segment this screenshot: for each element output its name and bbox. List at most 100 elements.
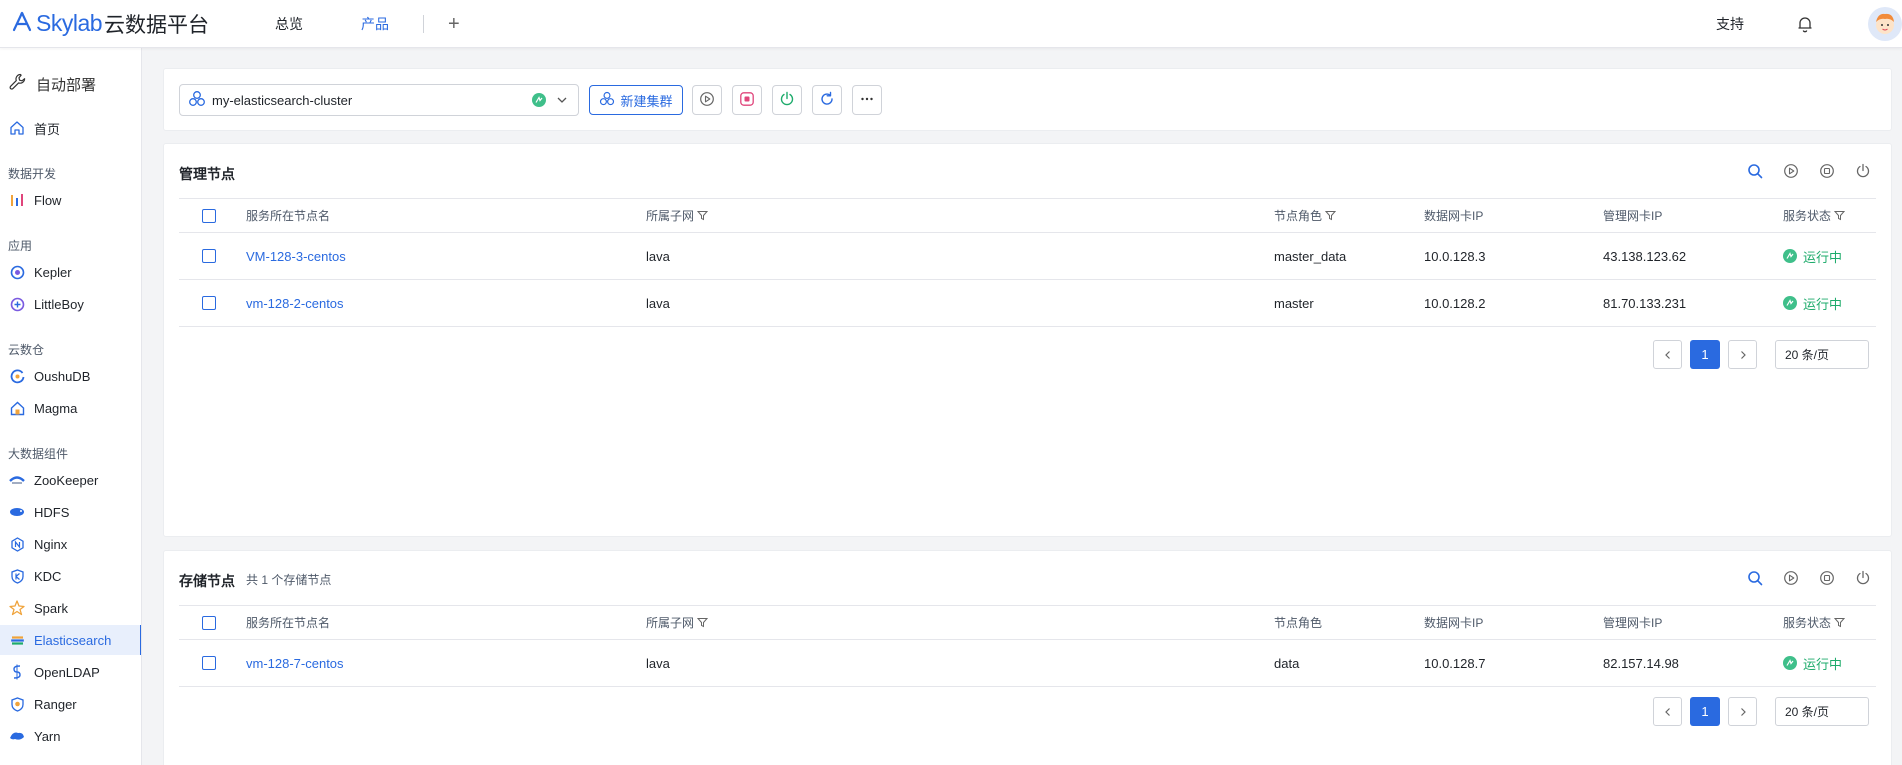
page-size-select[interactable]: 20 条/页 [1775,697,1869,726]
sidebar-item-flow[interactable]: Flow [0,185,141,215]
prev-page-button[interactable] [1653,697,1682,726]
cluster-icon [599,91,620,110]
sidebar-item-kepler[interactable]: Kepler [0,257,141,287]
stop-icon [739,91,755,110]
next-page-button[interactable] [1728,340,1757,369]
sidebar-item-magma[interactable]: Magma [0,393,141,423]
sidebar-item-label: Nginx [34,536,68,552]
filter-icon[interactable] [1325,210,1337,221]
row-checkbox[interactable] [202,296,216,310]
plus-icon[interactable]: + [448,14,460,34]
sidebar-item-kdc[interactable]: KDC [0,561,141,591]
mgmt-pagination: 1 20 条/页 [1653,340,1869,369]
mgmt-nodes-table: 服务所在节点名 所属子网 节点角色 数据网卡IP 管理网卡IP 服务状态 VM-… [179,198,1876,327]
sidebar-item-ranger[interactable]: Ranger [0,689,141,719]
ranger-icon [8,695,26,713]
filter-icon[interactable] [697,617,709,628]
filter-icon[interactable] [1834,210,1846,221]
avatar[interactable] [1868,6,1902,41]
status-label: 运行中 [1803,249,1843,265]
col-status-label: 服务状态 [1783,616,1832,630]
select-all-checkbox[interactable] [202,615,216,630]
nginx-icon [8,535,26,553]
support-link[interactable]: 支持 [1716,14,1744,34]
sidebar-item-label: Spark [34,600,68,616]
sidebar-item-openldap[interactable]: OpenLDAP [0,657,141,687]
logo[interactable]: Skylab 云数据平台 [12,0,209,48]
sidebar-item-elasticsearch[interactable]: Elasticsearch [0,625,141,655]
next-page-button[interactable] [1728,697,1757,726]
stop-icon[interactable] [1818,569,1835,586]
cluster-select[interactable]: my-elasticsearch-cluster [179,84,579,116]
power-icon [779,91,795,110]
select-all-checkbox[interactable] [202,208,216,223]
sidebar-item-hdfs[interactable]: HDFS [0,497,141,527]
chevron-right-icon [1740,707,1746,716]
stop-icon[interactable] [1818,162,1835,179]
home-icon [8,119,26,137]
sidebar-item-home[interactable]: 首页 [0,113,141,143]
hostname-link[interactable]: VM-128-3-centos [246,233,346,279]
filter-icon[interactable] [697,210,709,221]
nav-products[interactable]: 产品 [361,14,389,34]
col-subnet-label: 所属子网 [646,616,695,630]
sidebar-group-warehouse: 云数仓 [8,343,45,357]
row-checkbox[interactable] [202,656,216,670]
more-button[interactable] [852,85,882,115]
hostname-link[interactable]: vm-128-2-centos [246,280,344,326]
sidebar-item-littleboy[interactable]: LittleBoy [0,289,141,319]
sidebar-item-spark[interactable]: Spark [0,593,141,623]
skylab-logo-icon [12,11,32,36]
chevron-left-icon [1664,350,1670,359]
table-row: VM-128-3-centos lava master_data 10.0.12… [179,233,1876,280]
new-cluster-label: 新建集群 [620,93,673,109]
sidebar-item-zookeeper[interactable]: ZooKeeper [0,465,141,495]
sidebar-item-nginx[interactable]: Nginx [0,529,141,559]
row-checkbox[interactable] [202,249,216,263]
search-icon[interactable] [1746,569,1763,586]
stop-button[interactable] [732,85,762,115]
search-icon[interactable] [1746,162,1763,179]
sidebar-item-oushudb[interactable]: OushuDB [0,361,141,391]
power-button[interactable] [772,85,802,115]
nav-overview[interactable]: 总览 [275,14,303,34]
cluster-name: my-elasticsearch-cluster [212,92,353,108]
page-number[interactable]: 1 [1690,697,1720,726]
chevron-right-icon [1740,350,1746,359]
cluster-toolbar: my-elasticsearch-cluster 新建集群 [163,68,1892,131]
new-cluster-button[interactable]: 新建集群 [589,85,683,115]
page-number[interactable]: 1 [1690,340,1720,369]
start-button[interactable] [692,85,722,115]
power-icon[interactable] [1854,569,1871,586]
header-right: 支持 [1716,0,1902,48]
prev-page-button[interactable] [1653,340,1682,369]
sidebar-item-label: Elasticsearch [34,632,112,648]
bell-icon[interactable] [1796,15,1814,33]
sidebar-item-yarn[interactable]: Yarn [0,721,141,751]
sidebar-title-label: 自动部署 [36,76,97,94]
filter-icon[interactable] [1834,617,1846,628]
cluster-icon [188,90,206,111]
magma-icon [8,399,26,417]
col-role: 节点角色 [1274,199,1337,232]
col-subnet: 所属子网 [646,199,709,232]
top-header: Skylab 云数据平台 总览 产品 + 支持 [0,0,1902,48]
brand-name: Skylab [36,10,103,36]
mgmt-nodes-actions [1727,162,1871,179]
elasticsearch-icon [8,631,26,649]
sidebar-group-apps: 应用 [8,239,33,253]
status-label: 运行中 [1803,296,1843,312]
status-badge: 运行中 [1783,233,1842,279]
refresh-button[interactable] [812,85,842,115]
page-size-select[interactable]: 20 条/页 [1775,340,1869,369]
play-icon[interactable] [1782,569,1799,586]
play-icon[interactable] [1782,162,1799,179]
status-badge: 运行中 [1783,280,1842,326]
brand-subtitle: 云数据平台 [104,13,210,37]
hostname-link[interactable]: vm-128-7-centos [246,640,344,686]
running-status-icon [532,93,546,107]
sidebar-title: 自动部署 [8,72,96,96]
role-cell: master [1274,295,1314,311]
power-icon[interactable] [1854,162,1871,179]
openldap-icon [8,663,26,681]
